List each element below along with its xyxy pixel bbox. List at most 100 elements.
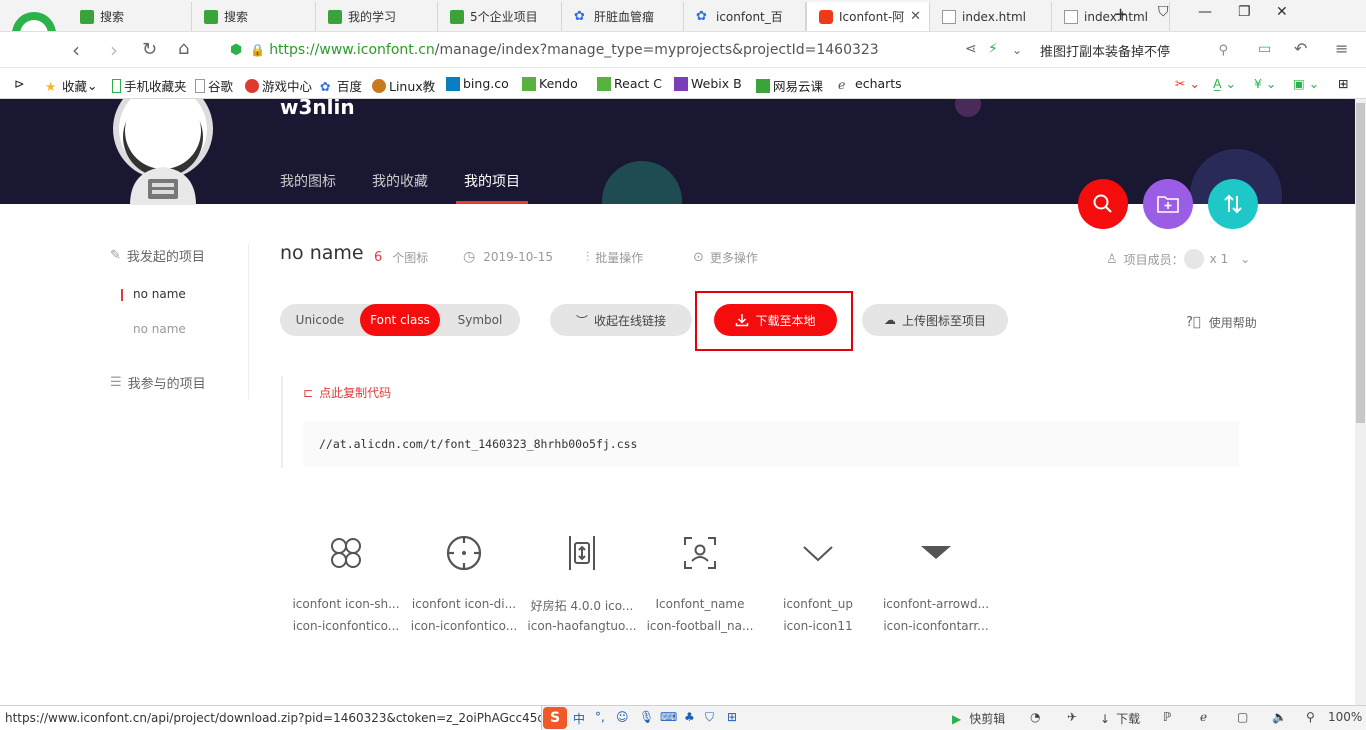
home-icon[interactable]: ⌂ — [178, 38, 189, 59]
icon-card[interactable]: iconfont-arrowd... icon-iconfontarr... — [877, 529, 995, 649]
yen-icon[interactable]: ¥ ⌄ — [1254, 76, 1276, 91]
keyboard-icon[interactable]: ⌨ — [660, 710, 677, 724]
emoji-icon[interactable]: ☺ — [616, 710, 629, 724]
browser-tab[interactable]: index.html — [930, 2, 1052, 31]
new-project-fab-button[interactable] — [1143, 179, 1193, 229]
minimize-icon[interactable]: — — [1198, 4, 1212, 20]
bookmark-item[interactable]: React C — [597, 76, 662, 91]
mode-unicode[interactable]: Unicode — [280, 304, 360, 336]
battery-icon[interactable]: ▭ — [1258, 41, 1271, 57]
help-link[interactable]: ?⃝ 使用帮助 — [1186, 314, 1257, 331]
ime-chinese-icon[interactable]: 中 — [573, 710, 585, 727]
icon-card[interactable]: iconfont icon-di... icon-iconfontico... — [405, 529, 523, 649]
bookmark-item[interactable]: Linux教 — [372, 76, 435, 95]
project-name: no name — [280, 242, 364, 264]
grid-tools-icon[interactable]: ⊞ — [727, 710, 737, 724]
more-dots-icon: ⊙ — [693, 250, 704, 265]
browser-tab[interactable]: 搜索 — [68, 2, 192, 31]
hero-decoration — [955, 99, 981, 117]
icon-card[interactable]: iconfont_up icon-icon11 — [759, 529, 877, 649]
tab-my-icons[interactable]: 我的图标 — [280, 171, 336, 191]
bookmark-item[interactable]: ✿ 百度 — [320, 76, 362, 95]
scrollbar-thumb[interactable] — [1356, 103, 1365, 423]
reload-icon[interactable]: ↻ — [142, 39, 157, 60]
reader-icon[interactable]: ℙ — [1163, 710, 1171, 724]
bookmark-item[interactable]: 游戏中心 — [245, 76, 312, 95]
browser-tab-active[interactable]: Iconfont-阿 ✕ — [806, 2, 930, 31]
sound-icon[interactable]: 🔈 — [1272, 710, 1287, 724]
search-input[interactable]: 推图打副本装备掉不停 ⚲ — [1040, 36, 1240, 64]
browser-tab[interactable]: 我的学习 — [316, 2, 438, 31]
back-icon[interactable]: ‹ — [72, 38, 80, 62]
search-fab-button[interactable] — [1078, 179, 1128, 229]
more-operations-button[interactable]: ⊙ 更多操作 — [693, 249, 758, 266]
mic-icon[interactable]: 🎙 — [639, 710, 654, 724]
browser-tab[interactable]: index.html — [1052, 2, 1170, 31]
icon-count-value: 6 — [374, 250, 383, 265]
tab-my-favorites[interactable]: 我的收藏 — [372, 171, 428, 191]
undo-icon[interactable]: ↶ — [1294, 39, 1307, 58]
tab-my-projects[interactable]: 我的项目 — [464, 171, 520, 191]
sort-arrows-icon — [1224, 194, 1242, 214]
scissors-icon[interactable]: ✂ ⌄ — [1175, 76, 1200, 91]
skin-icon[interactable]: ♣ — [684, 710, 695, 724]
shirt-icon[interactable]: ⛉ — [1158, 4, 1169, 20]
download-manager-button[interactable]: ↓ 下载 — [1100, 710, 1140, 727]
gamepad-icon[interactable]: ▣ ⌄ — [1293, 76, 1319, 91]
grid-apps-icon[interactable]: ⊞ — [1338, 76, 1348, 91]
css-link-code[interactable]: //at.alicdn.com/t/font_1460323_8hrhb00o5… — [303, 421, 1239, 467]
browser-tab[interactable]: ✿ iconfont_百 — [684, 2, 806, 31]
translate-icon[interactable]: A̲ ⌄ — [1213, 76, 1236, 91]
bookmark-item[interactable]: Webix B — [674, 76, 742, 91]
close-tab-icon[interactable]: ✕ — [910, 9, 921, 24]
speedometer-icon[interactable]: ◔ — [1030, 710, 1040, 724]
sort-fab-button[interactable] — [1208, 179, 1258, 229]
avatar[interactable] — [110, 99, 216, 205]
project-members[interactable]: ♙ 项目成员： x 1 ⌄ — [1106, 249, 1250, 269]
maximize-icon[interactable]: ❐ — [1238, 4, 1251, 20]
zoom-icon[interactable]: ⚲ — [1306, 710, 1315, 724]
browser-tab[interactable]: ✿ 肝脏血管瘤 — [562, 2, 684, 31]
chevron-down-icon[interactable]: ⌄ — [1012, 43, 1022, 57]
green-doc-icon — [328, 9, 342, 24]
icon-card[interactable]: iconfont icon-sh... icon-iconfontico... — [287, 529, 405, 649]
mode-symbol[interactable]: Symbol — [440, 304, 520, 336]
bookmark-item[interactable]: bing.co — [446, 76, 509, 91]
window-icon[interactable]: ▢ — [1237, 710, 1248, 724]
close-window-icon[interactable]: ✕ — [1276, 4, 1288, 20]
browser-tab[interactable]: 搜索 — [192, 2, 316, 31]
shirt-icon[interactable]: ⛉ — [705, 710, 714, 725]
bookmark-item[interactable]: ★ 收藏 ⌄ — [45, 76, 98, 95]
mode-font-class[interactable]: Font class — [360, 304, 440, 336]
icon-card[interactable]: Iconfont_name icon-football_na... — [641, 529, 759, 649]
sidebar-joined-projects-title[interactable]: ☰ 我参与的项目 — [110, 373, 206, 392]
hero-decoration — [602, 161, 682, 204]
search-icon[interactable]: ⚲ — [1218, 43, 1228, 58]
copy-code-link[interactable]: ⊏ 点此复制代码 — [303, 384, 391, 401]
collapse-online-link-button[interactable]: ︶ 收起在线链接 — [550, 304, 692, 336]
ime-punct-icon[interactable]: °, — [595, 710, 605, 724]
new-tab-icon[interactable]: + — [1113, 4, 1128, 25]
share-icon[interactable]: ⋖ — [965, 41, 977, 57]
menu-icon[interactable]: ≡ — [1335, 39, 1348, 58]
bookmarks-toggle-icon[interactable]: ⊳ — [14, 76, 24, 91]
lightning-icon[interactable]: ⚡ — [988, 41, 998, 57]
sidebar-item-project[interactable]: no name — [133, 322, 186, 336]
icon-card[interactable]: 好房拓 4.0.0 ico... icon-haofangtuo... — [523, 529, 641, 649]
sidebar-item-project[interactable]: no name — [121, 287, 186, 301]
zoom-level[interactable]: 100% — [1328, 710, 1362, 724]
sogou-ime-icon[interactable]: S — [543, 707, 567, 729]
url-field[interactable]: ⬢ 🔒 https://www.iconfont.cn /manage/inde… — [230, 36, 1030, 64]
bookmark-item[interactable]: Kendo — [522, 76, 578, 91]
bookmark-item[interactable]: 谷歌 — [195, 76, 233, 95]
forward-icon[interactable]: › — [110, 38, 118, 62]
browser-mode-icon[interactable]: ℯ — [1200, 710, 1207, 724]
clip-editor-button[interactable]: ▶ 快剪辑 — [952, 710, 1005, 727]
bookmark-item[interactable]: 网易云课 — [756, 76, 823, 95]
bookmark-item[interactable]: 手机收藏夹 — [112, 76, 187, 95]
bookmark-item[interactable]: ℯ echarts — [838, 76, 902, 92]
browser-tab[interactable]: 5个企业项目 — [438, 2, 562, 31]
batch-operation-button[interactable]: ⫶ 批量操作 — [586, 249, 643, 266]
pin-icon[interactable]: ✈ — [1067, 710, 1077, 724]
upload-icons-button[interactable]: ☁ 上传图标至项目 — [862, 304, 1008, 336]
